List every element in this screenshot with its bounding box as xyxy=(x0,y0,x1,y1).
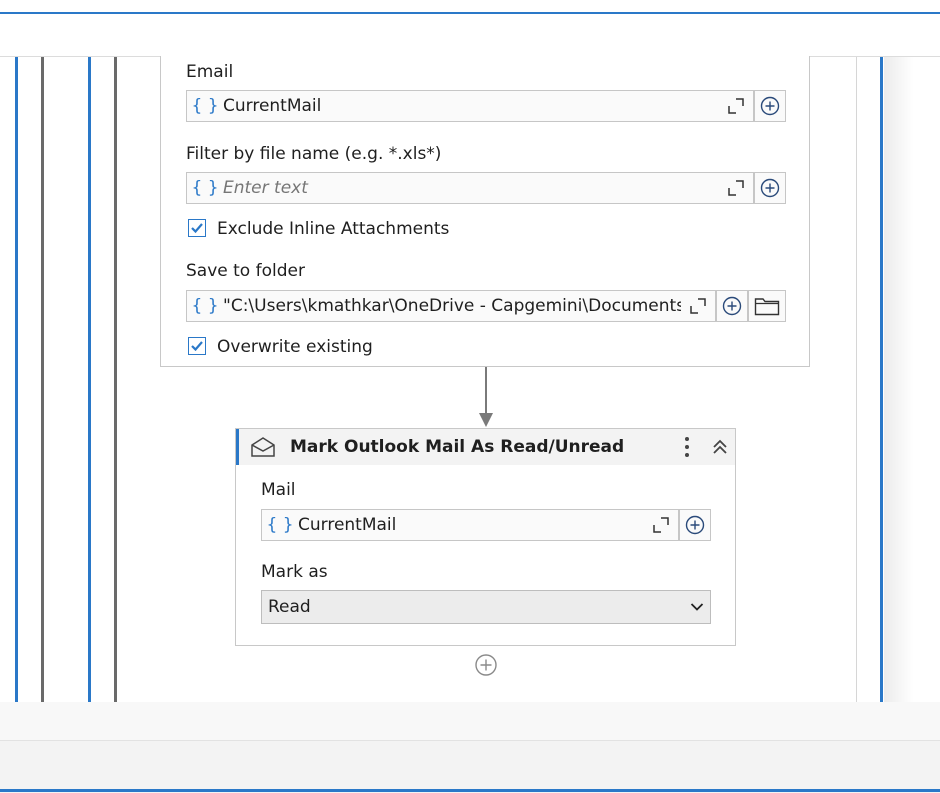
mark-as-select[interactable]: Read xyxy=(261,590,711,624)
overwrite-label: Overwrite existing xyxy=(217,337,373,357)
filter-add-button[interactable] xyxy=(754,172,786,204)
collapse-icon[interactable] xyxy=(711,438,729,456)
add-activity-button[interactable] xyxy=(474,653,498,677)
save-folder-value: "C:\Users\kmathkar\OneDrive - Capgemini\… xyxy=(223,296,681,316)
email-add-button[interactable] xyxy=(754,90,786,122)
canvas-footer xyxy=(0,702,940,740)
checkmark-icon xyxy=(191,223,203,234)
plus-circle-icon xyxy=(685,515,705,535)
container-line xyxy=(114,57,117,702)
save-folder-add-button[interactable] xyxy=(716,290,748,322)
chevron-down-icon xyxy=(690,603,704,611)
plus-circle-icon xyxy=(722,296,742,316)
expand-icon[interactable] xyxy=(719,180,753,196)
more-options-icon[interactable] xyxy=(683,435,691,459)
exclude-inline-checkbox[interactable] xyxy=(188,219,206,237)
designer-toolbar xyxy=(0,14,940,57)
plus-circle-icon xyxy=(760,178,780,198)
mail-add-button[interactable] xyxy=(679,509,711,541)
mail-field[interactable]: { } CurrentMail xyxy=(261,509,679,541)
expand-icon[interactable] xyxy=(681,298,715,314)
email-value: CurrentMail xyxy=(223,96,322,116)
activity-header[interactable]: Mark Outlook Mail As Read/Unread xyxy=(236,429,735,465)
browse-folder-button[interactable] xyxy=(748,290,786,322)
plus-circle-icon xyxy=(760,96,780,116)
panel-shadow xyxy=(884,57,914,702)
mail-value: CurrentMail xyxy=(298,515,397,535)
filter-field[interactable]: { } Enter text xyxy=(186,172,754,204)
variable-icon: { } xyxy=(266,515,294,535)
overwrite-checkbox[interactable] xyxy=(188,337,206,355)
variable-icon: { } xyxy=(191,96,219,116)
variable-icon: { } xyxy=(191,178,219,198)
container-line xyxy=(880,57,883,702)
expand-icon[interactable] xyxy=(644,517,678,533)
checkmark-icon xyxy=(191,341,203,352)
container-line xyxy=(41,57,44,702)
container-line xyxy=(88,57,91,702)
filter-label: Filter by file name (e.g. *.xls*) xyxy=(186,144,442,164)
save-folder-field[interactable]: { } "C:\Users\kmathkar\OneDrive - Capgem… xyxy=(186,290,716,322)
save-attachments-activity-card[interactable]: Email { } CurrentMail Filter by file nam… xyxy=(160,56,810,367)
mark-as-label: Mark as xyxy=(261,562,328,582)
container-line xyxy=(856,57,857,702)
save-folder-label: Save to folder xyxy=(186,261,305,281)
window-top-bar xyxy=(0,0,940,14)
filter-placeholder: Enter text xyxy=(223,178,308,198)
connector-arrow xyxy=(479,367,493,427)
mark-mail-read-activity-card[interactable]: Mark Outlook Mail As Read/Unread Mail { … xyxy=(235,428,736,646)
status-bar xyxy=(0,740,940,793)
mail-label: Mail xyxy=(261,480,296,500)
email-label: Email xyxy=(186,62,234,82)
email-field[interactable]: { } CurrentMail xyxy=(186,90,754,122)
variable-icon: { } xyxy=(191,296,219,316)
folder-icon xyxy=(754,298,780,316)
container-line xyxy=(15,57,18,702)
activity-title: Mark Outlook Mail As Read/Unread xyxy=(290,437,625,457)
exclude-inline-label: Exclude Inline Attachments xyxy=(217,219,450,239)
expand-icon[interactable] xyxy=(719,98,753,114)
mark-as-value: Read xyxy=(268,597,311,617)
envelope-icon xyxy=(251,437,275,457)
